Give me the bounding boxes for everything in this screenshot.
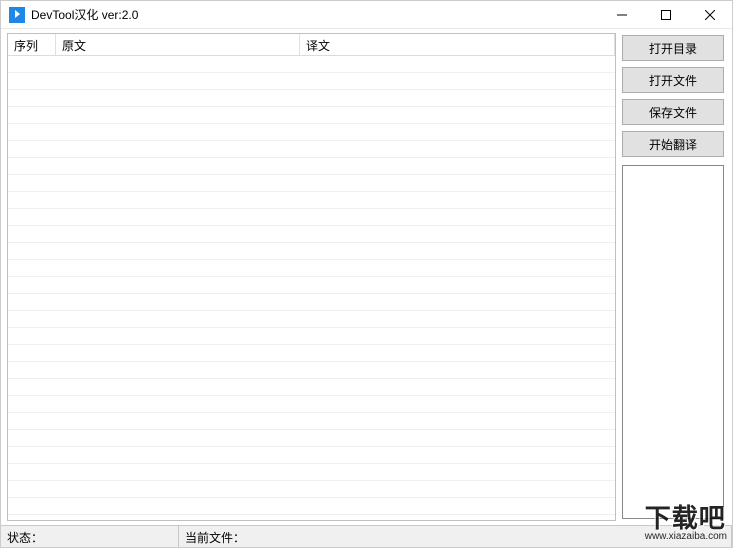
table-row[interactable] bbox=[8, 311, 615, 328]
table-row[interactable] bbox=[8, 430, 615, 447]
table-row[interactable] bbox=[8, 90, 615, 107]
table-row[interactable] bbox=[8, 107, 615, 124]
column-original[interactable]: 原文 bbox=[56, 34, 300, 55]
table-row[interactable] bbox=[8, 260, 615, 277]
table-row[interactable] bbox=[8, 209, 615, 226]
status-state-label: 状态： bbox=[7, 531, 43, 545]
app-icon bbox=[9, 7, 25, 23]
table-row[interactable] bbox=[8, 345, 615, 362]
table-header: 序列 原文 译文 bbox=[8, 34, 615, 56]
table-row[interactable] bbox=[8, 362, 615, 379]
table-body[interactable] bbox=[8, 56, 615, 520]
save-file-button[interactable]: 保存文件 bbox=[622, 99, 724, 125]
table-row[interactable] bbox=[8, 158, 615, 175]
window-title: DevTool汉化 ver:2.0 bbox=[31, 6, 600, 23]
table-row[interactable] bbox=[8, 141, 615, 158]
window-controls bbox=[600, 1, 732, 28]
table-row[interactable] bbox=[8, 243, 615, 260]
table-row[interactable] bbox=[8, 277, 615, 294]
maximize-button[interactable] bbox=[644, 1, 688, 28]
table-row[interactable] bbox=[8, 498, 615, 515]
table-row[interactable] bbox=[8, 56, 615, 73]
table-row[interactable] bbox=[8, 124, 615, 141]
statusbar: 状态： 当前文件： bbox=[1, 525, 732, 547]
content-area: 序列 原文 译文 bbox=[1, 29, 732, 525]
status-current-file: 当前文件： bbox=[179, 526, 732, 547]
status-state: 状态： bbox=[1, 526, 179, 547]
file-listbox[interactable] bbox=[622, 165, 724, 519]
table-row[interactable] bbox=[8, 192, 615, 209]
table-row[interactable] bbox=[8, 328, 615, 345]
table-row[interactable] bbox=[8, 73, 615, 90]
open-dir-button[interactable]: 打开目录 bbox=[622, 35, 724, 61]
close-button[interactable] bbox=[688, 1, 732, 28]
table-row[interactable] bbox=[8, 481, 615, 498]
status-file-label: 当前文件： bbox=[185, 531, 245, 545]
open-file-button[interactable]: 打开文件 bbox=[622, 67, 724, 93]
table-row[interactable] bbox=[8, 175, 615, 192]
table-row[interactable] bbox=[8, 396, 615, 413]
translation-table[interactable]: 序列 原文 译文 bbox=[7, 33, 616, 521]
table-row[interactable] bbox=[8, 226, 615, 243]
table-row[interactable] bbox=[8, 413, 615, 430]
column-sequence[interactable]: 序列 bbox=[8, 34, 56, 55]
column-translated[interactable]: 译文 bbox=[300, 34, 615, 55]
table-row[interactable] bbox=[8, 294, 615, 311]
sidebar: 打开目录 打开文件 保存文件 开始翻译 bbox=[616, 29, 732, 525]
table-row[interactable] bbox=[8, 464, 615, 481]
start-translate-button[interactable]: 开始翻译 bbox=[622, 131, 724, 157]
minimize-button[interactable] bbox=[600, 1, 644, 28]
table-row[interactable] bbox=[8, 379, 615, 396]
table-row[interactable] bbox=[8, 447, 615, 464]
titlebar[interactable]: DevTool汉化 ver:2.0 bbox=[1, 1, 732, 29]
